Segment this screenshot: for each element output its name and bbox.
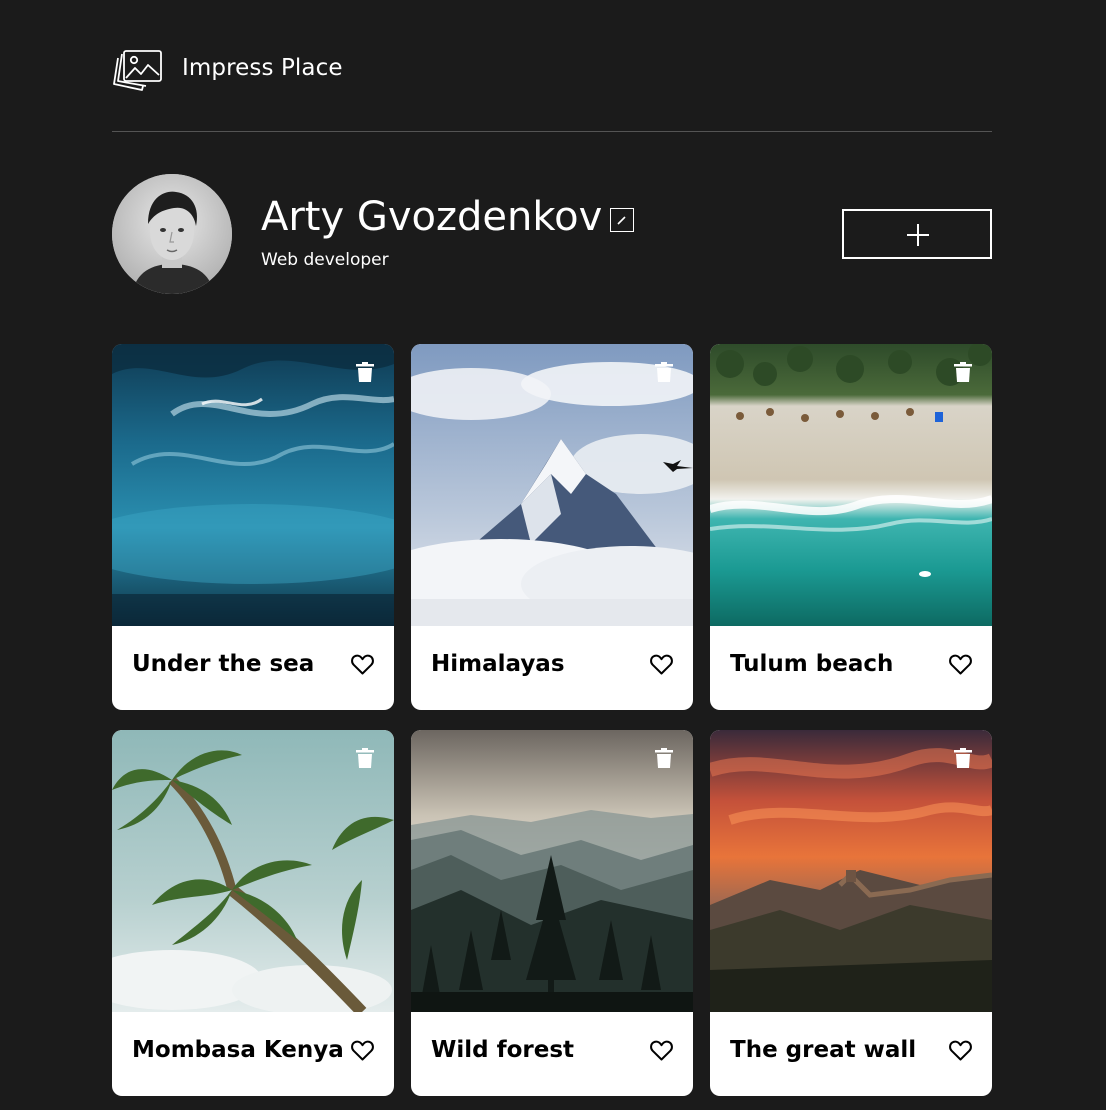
place-card: Tulum beach: [710, 344, 992, 710]
card-image-wild-forest[interactable]: [411, 730, 693, 1012]
card-title: Mombasa Kenya: [132, 1037, 344, 1063]
header-divider: [112, 131, 992, 132]
avatar-image: [112, 174, 232, 294]
profile: Arty Gvozdenkov Web developer: [112, 174, 992, 294]
card-title: Under the sea: [132, 651, 315, 677]
card-title: The great wall: [730, 1037, 917, 1063]
heart-icon[interactable]: [650, 654, 673, 675]
card-image-under-the-sea[interactable]: [112, 344, 394, 626]
heart-icon[interactable]: [949, 654, 972, 675]
card-image-tulum-beach[interactable]: [710, 344, 992, 626]
place-card: Wild forest: [411, 730, 693, 1096]
add-place-button[interactable]: [842, 209, 992, 259]
heart-icon[interactable]: [351, 654, 374, 675]
plus-icon: [907, 224, 929, 246]
heart-icon[interactable]: [351, 1040, 374, 1061]
pencil-icon: [617, 216, 626, 225]
place-card: Himalayas: [411, 344, 693, 710]
logo-text[interactable]: Impress Place: [182, 55, 343, 81]
trash-icon[interactable]: [356, 362, 374, 382]
avatar[interactable]: [112, 174, 232, 294]
site-header: Impress Place: [112, 46, 992, 94]
card-title: Wild forest: [431, 1037, 575, 1063]
trash-icon[interactable]: [655, 362, 673, 382]
place-card: Under the sea: [112, 344, 394, 710]
card-title: Himalayas: [431, 651, 565, 677]
page: Impress Place Arty Gvozdenkov Web develo…: [112, 0, 992, 1110]
trash-icon[interactable]: [954, 362, 972, 382]
profile-name: Arty Gvozdenkov: [261, 194, 603, 240]
heart-icon[interactable]: [650, 1040, 673, 1061]
place-card: The great wall: [710, 730, 992, 1096]
edit-profile-button[interactable]: [610, 208, 634, 232]
card-title: Tulum beach: [730, 651, 894, 677]
card-image-the-great-wall[interactable]: [710, 730, 992, 1012]
trash-icon[interactable]: [655, 748, 673, 768]
card-image-mombasa-kenya[interactable]: [112, 730, 394, 1012]
photo-stack-icon: [113, 50, 162, 91]
card-image-himalayas[interactable]: [411, 344, 693, 626]
place-card: Mombasa Kenya: [112, 730, 394, 1096]
trash-icon[interactable]: [356, 748, 374, 768]
trash-icon[interactable]: [954, 748, 972, 768]
profile-role: Web developer: [261, 250, 389, 270]
heart-icon[interactable]: [949, 1040, 972, 1061]
